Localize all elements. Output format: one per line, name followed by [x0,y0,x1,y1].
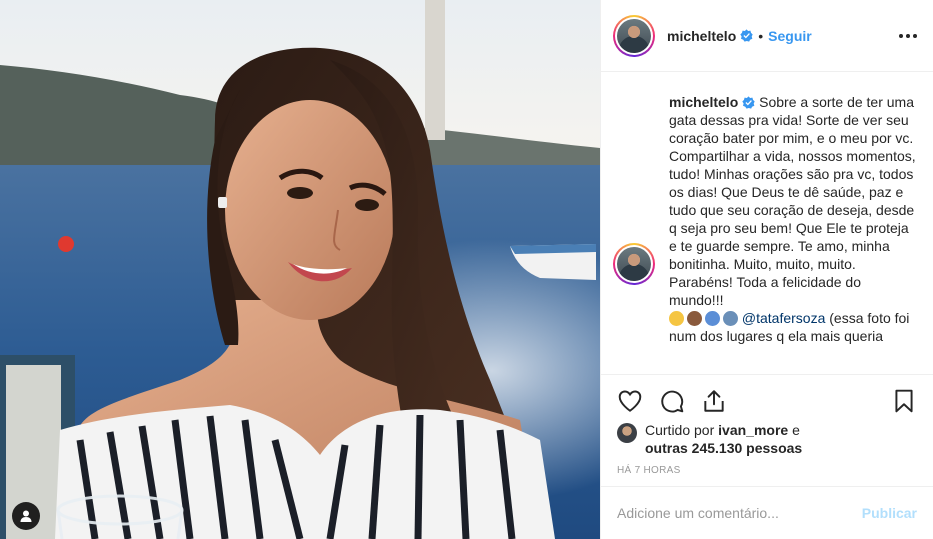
post-photo[interactable] [0,0,600,539]
verified-badge-icon [742,96,755,109]
emoji-icon [687,311,702,326]
caption-username[interactable]: micheltelo [669,94,738,110]
caption-body: Sobre a sorte de ter uma gata dessas pra… [669,94,920,308]
post-actions-area: Curtido por ivan_more e outras 245.130 pe… [601,374,933,476]
follow-button[interactable]: Seguir [768,28,812,44]
likes-conjunction: e [788,422,800,438]
liker-avatar[interactable] [617,423,637,443]
bookmark-icon[interactable] [891,388,917,414]
emoji-icon [705,311,720,326]
user-tag-icon [20,510,32,522]
mention-link[interactable]: @tatafersoza [742,310,825,326]
post-header: micheltelo • Seguir [601,0,933,72]
header-separator: • [758,27,764,44]
liker-username[interactable]: ivan_more [718,422,788,438]
caption-comment: micheltelo Sobre a sorte de ter uma gata… [613,93,917,345]
likes-text: Curtido por ivan_more e outras 245.130 pe… [645,421,802,457]
comment-icon[interactable] [659,388,685,414]
action-bar [617,375,917,423]
likes-others-link[interactable]: outras 245.130 pessoas [645,440,802,456]
caption-author-avatar[interactable] [613,243,655,285]
share-icon[interactable] [701,388,727,414]
emoji-icon [723,311,738,326]
more-options-icon[interactable] [899,33,917,38]
likes-prefix: Curtido por [645,422,719,438]
comment-input[interactable] [617,505,862,521]
post-timestamp[interactable]: HÁ 7 HORAS [617,465,917,476]
emoji-icon [669,311,684,326]
likes-summary: Curtido por ivan_more e outras 245.130 pe… [617,421,917,457]
author-avatar[interactable] [613,14,655,57]
verified-badge-icon [740,29,753,42]
emoji-sequence [669,311,738,326]
add-comment-bar: Publicar [601,486,933,539]
caption-text: micheltelo Sobre a sorte de ter uma gata… [669,93,917,345]
user-tag-button[interactable] [12,502,40,530]
photo-scene [0,0,600,539]
comments-list[interactable]: micheltelo Sobre a sorte de ter uma gata… [601,73,933,373]
publish-button[interactable]: Publicar [862,505,917,521]
post-details-panel: micheltelo • Seguir micheltelo Sobre a s… [600,0,933,539]
author-username[interactable]: micheltelo [667,28,736,44]
heart-icon[interactable] [617,388,643,414]
